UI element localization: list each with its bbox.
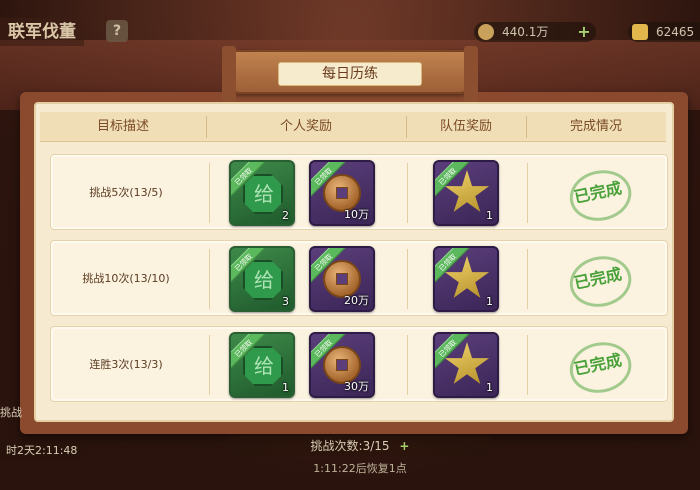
table-row: 挑战5次(13/5) 给 已领取 2 已领取 10万 已领取 1 已完成	[50, 154, 668, 230]
item-count: 1	[486, 209, 493, 222]
dragon-glyph-icon: 给	[254, 268, 274, 292]
table-row: 连胜3次(13/3) 给 已领取 1 已领取 30万 已领取 1 已完成	[50, 326, 668, 402]
row-divider	[209, 163, 210, 223]
copper-resource-bar: 440.1万 +	[474, 22, 596, 42]
row-divider	[407, 249, 408, 309]
column-header-goal: 目标描述	[96, 119, 149, 134]
dragon-glyph-icon: 给	[254, 182, 274, 206]
row-divider	[527, 249, 528, 309]
row-goal-text: 挑战5次(13/5)	[89, 186, 163, 199]
team-reward-item[interactable]: 已领取 1	[433, 246, 499, 312]
completed-stamp: 已完成	[560, 168, 636, 218]
gold-value: 62465	[656, 25, 695, 39]
row-divider	[407, 163, 408, 223]
reward-item-coins[interactable]: 已领取 10万	[309, 160, 375, 226]
column-header-team-reward: 队伍奖励	[439, 119, 492, 134]
gold-ingot-icon	[632, 24, 648, 40]
challenge-count: 挑战次数:3/15	[310, 439, 390, 453]
reward-item-jade[interactable]: 给 已领取 3	[229, 246, 295, 312]
reward-item-coins[interactable]: 已领取 30万	[309, 332, 375, 398]
add-challenge-button[interactable]: +	[399, 439, 409, 453]
completed-stamp: 已完成	[560, 340, 636, 390]
team-reward-item[interactable]: 已领取 1	[433, 160, 499, 226]
item-count: 10万	[344, 208, 369, 221]
item-count: 1	[486, 295, 493, 308]
item-count: 30万	[344, 380, 369, 393]
gold-resource-bar: 62465	[628, 22, 700, 42]
table-header: 目标描述 个人奖励 队伍奖励 完成情况	[40, 112, 666, 142]
copper-coin-icon	[478, 24, 494, 40]
item-count: 1	[486, 381, 493, 394]
item-count: 20万	[344, 294, 369, 307]
screen-title: 联军伐董	[0, 18, 84, 46]
row-divider	[527, 335, 528, 395]
table-row: 挑战10次(13/10) 给 已领取 3 已领取 20万 已领取 1 已完成	[50, 240, 668, 316]
item-count: 1	[282, 381, 289, 394]
challenge-count-bar: 挑战次数:3/15 +	[230, 436, 490, 456]
item-count: 3	[282, 295, 289, 308]
copper-value: 440.1万	[502, 25, 549, 39]
recover-timer: 1:11:22后恢复1点	[313, 462, 407, 475]
item-count: 2	[282, 209, 289, 222]
column-header-status: 完成情况	[569, 119, 622, 134]
row-divider	[209, 249, 210, 309]
column-header-personal-reward: 个人奖励	[279, 119, 332, 134]
completed-stamp: 已完成	[560, 254, 636, 304]
team-reward-item[interactable]: 已领取 1	[433, 332, 499, 398]
add-copper-button[interactable]: +	[576, 24, 592, 40]
coin-hole	[336, 273, 348, 285]
dragon-glyph-icon: 给	[254, 354, 274, 378]
reward-item-jade[interactable]: 给 已领取 2	[229, 160, 295, 226]
side-label: 挑战	[0, 406, 22, 419]
row-divider	[527, 163, 528, 223]
row-divider	[209, 335, 210, 395]
panel-title-plaque: 每日历练	[222, 46, 478, 102]
event-timer: 时2天2:11:48	[0, 442, 84, 460]
panel-title: 每日历练	[278, 62, 422, 86]
row-goal-text: 连胜3次(13/3)	[89, 358, 163, 371]
coin-hole	[336, 359, 348, 371]
coin-hole	[336, 187, 348, 199]
row-divider	[407, 335, 408, 395]
row-goal-text: 挑战10次(13/10)	[82, 272, 170, 285]
reward-item-coins[interactable]: 已领取 20万	[309, 246, 375, 312]
help-button[interactable]: ?	[106, 20, 128, 42]
reward-item-jade[interactable]: 给 已领取 1	[229, 332, 295, 398]
